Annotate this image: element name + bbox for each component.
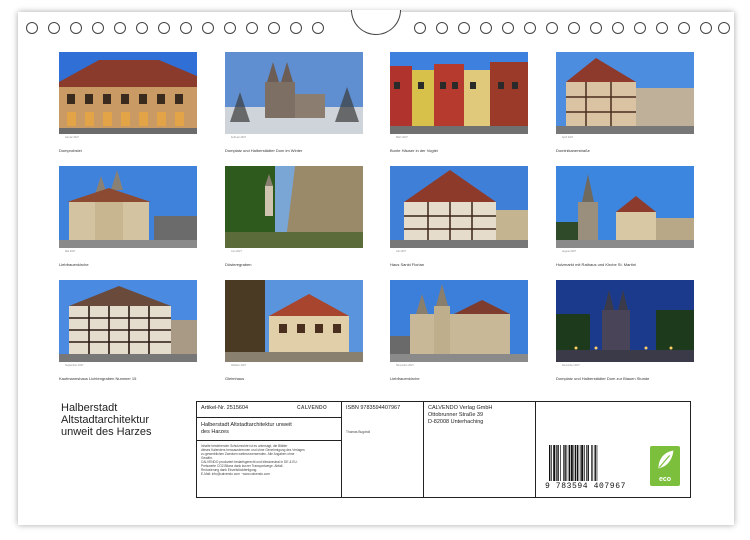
photo-march (390, 52, 528, 134)
binding-ring (502, 22, 514, 34)
photo-caption: Dominikanerstraße (556, 148, 590, 153)
photo-caption: Gleimhaus (225, 376, 245, 381)
legal-line: E-Mail: info@calvendo.com · www.calvendo… (201, 472, 270, 476)
month-label: Oktober 2027 (231, 364, 247, 367)
month-label: September 2027 (65, 364, 84, 367)
month-label: Februar 2027 (231, 136, 247, 139)
binding-ring (290, 22, 302, 34)
binding-ring (246, 22, 258, 34)
binding-ring (136, 22, 148, 34)
photo-october (225, 280, 363, 362)
binding-ring (436, 22, 448, 34)
calvendo-logo: CALVENDO (297, 405, 328, 411)
binding-ring (414, 22, 426, 34)
month-label: Januar 2027 (65, 136, 79, 139)
binding-ring (678, 22, 690, 34)
photo-caption: Domplatz und Halberstädter Dom zur Blaue… (556, 376, 650, 381)
binding-ring (268, 22, 280, 34)
product-title-line: Halberstadt Altstadtarchitektur unweit (201, 422, 292, 428)
photo-caption: Liebfrauenkirche (59, 262, 89, 267)
binding-ring (612, 22, 624, 34)
calendar-sheet: Januar 2027 Domprobstei Februar 2027 Dom… (18, 10, 734, 525)
binding-ring (48, 22, 60, 34)
photo-september (59, 280, 197, 362)
photo-caption: Düsteregraben (225, 262, 252, 267)
product-title-line: des Harzes (201, 429, 229, 435)
divider (197, 440, 341, 441)
barcode-number: 9 783594 407967 (545, 482, 627, 491)
month-label: August 2027 (562, 250, 577, 253)
binding-ring (546, 22, 558, 34)
binding-ring (568, 22, 580, 34)
binding-ring (700, 22, 712, 34)
photo-caption: Kaufmannshaus Lichtengraben Nummer 15 (59, 376, 137, 381)
photo-november (390, 280, 528, 362)
binding-ring (180, 22, 192, 34)
divider (197, 417, 341, 418)
month-label: April 2027 (562, 136, 574, 139)
photo-july (390, 166, 528, 248)
title-line: Halberstadt (61, 402, 118, 414)
month-label: Juni 2027 (231, 250, 242, 253)
photo-january (59, 52, 197, 134)
binding-ring (158, 22, 170, 34)
legal-text: Inhalte bestehender Schutzrechte ist es … (201, 444, 339, 476)
info-column-article: Artikel-Nr. 2515604 CALVENDO Halberstadt… (197, 402, 342, 497)
photo-caption: Domplatz und Halberstädter Dom im Winter (225, 148, 303, 153)
product-info-box: Artikel-Nr. 2515604 CALVENDO Halberstadt… (196, 401, 691, 498)
title-line: Altstadtarchitektur (61, 414, 150, 426)
isbn: ISBN 9783594407967 (346, 405, 401, 411)
binding-ring (312, 22, 324, 34)
photo-caption: Domprobstei (59, 148, 82, 153)
binding-ring (524, 22, 536, 34)
article-number: Artikel-Nr. 2515604 (201, 405, 249, 411)
photo-caption: Liebfrauenkirche (390, 376, 420, 381)
binding-ring (458, 22, 470, 34)
calendar-title: Halberstadt Altstadtarchitektur unweit d… (61, 402, 152, 438)
photo-caption: Holzmarkt mit Rathaus und Kirche St. Mar… (556, 262, 636, 267)
info-column-publisher: CALVENDO Verlag GmbH Ottobrunner Straße … (424, 402, 536, 497)
binding-ring (70, 22, 82, 34)
month-label: März 2027 (396, 136, 408, 139)
photo-caption: Bunte Häuser in der Vogtei (390, 148, 438, 153)
month-label: Juli 2027 (396, 250, 407, 253)
publisher-line: CALVENDO Verlag GmbH (428, 405, 493, 411)
leaf-icon (658, 450, 674, 469)
info-column-isbn: ISBN 9783594407967 Thomas Bugdroll (342, 402, 424, 497)
binding-ring (224, 22, 236, 34)
eco-badge: eco (650, 446, 680, 486)
binding-ring (92, 22, 104, 34)
photo-december (556, 280, 694, 362)
binding-ring (202, 22, 214, 34)
binding-ring (634, 22, 646, 34)
publisher-line: D-82008 Unterhaching (428, 419, 484, 425)
eco-label: eco (658, 476, 672, 483)
binding-ring (656, 22, 668, 34)
binding-ring (480, 22, 492, 34)
photo-april (556, 52, 694, 134)
month-label: November 2027 (396, 364, 414, 367)
title-line: unweit des Harzes (61, 426, 152, 438)
photo-june (225, 166, 363, 248)
publisher-line: Ottobrunner Straße 39 (428, 412, 484, 418)
photo-february (225, 52, 363, 134)
binding-ring (590, 22, 602, 34)
binding-ring (26, 22, 38, 34)
info-column-barcode: 9 783594 407967 eco (536, 402, 690, 497)
author: Thomas Bugdroll (346, 430, 371, 434)
photo-may (59, 166, 197, 248)
month-label: Mai 2027 (65, 250, 76, 253)
photo-august (556, 166, 694, 248)
binding-ring (718, 22, 730, 34)
binding-ring (114, 22, 126, 34)
photo-caption: Haus Sankt Florian (390, 262, 425, 267)
month-label: Dezember 2027 (562, 364, 580, 367)
barcode (548, 445, 624, 481)
